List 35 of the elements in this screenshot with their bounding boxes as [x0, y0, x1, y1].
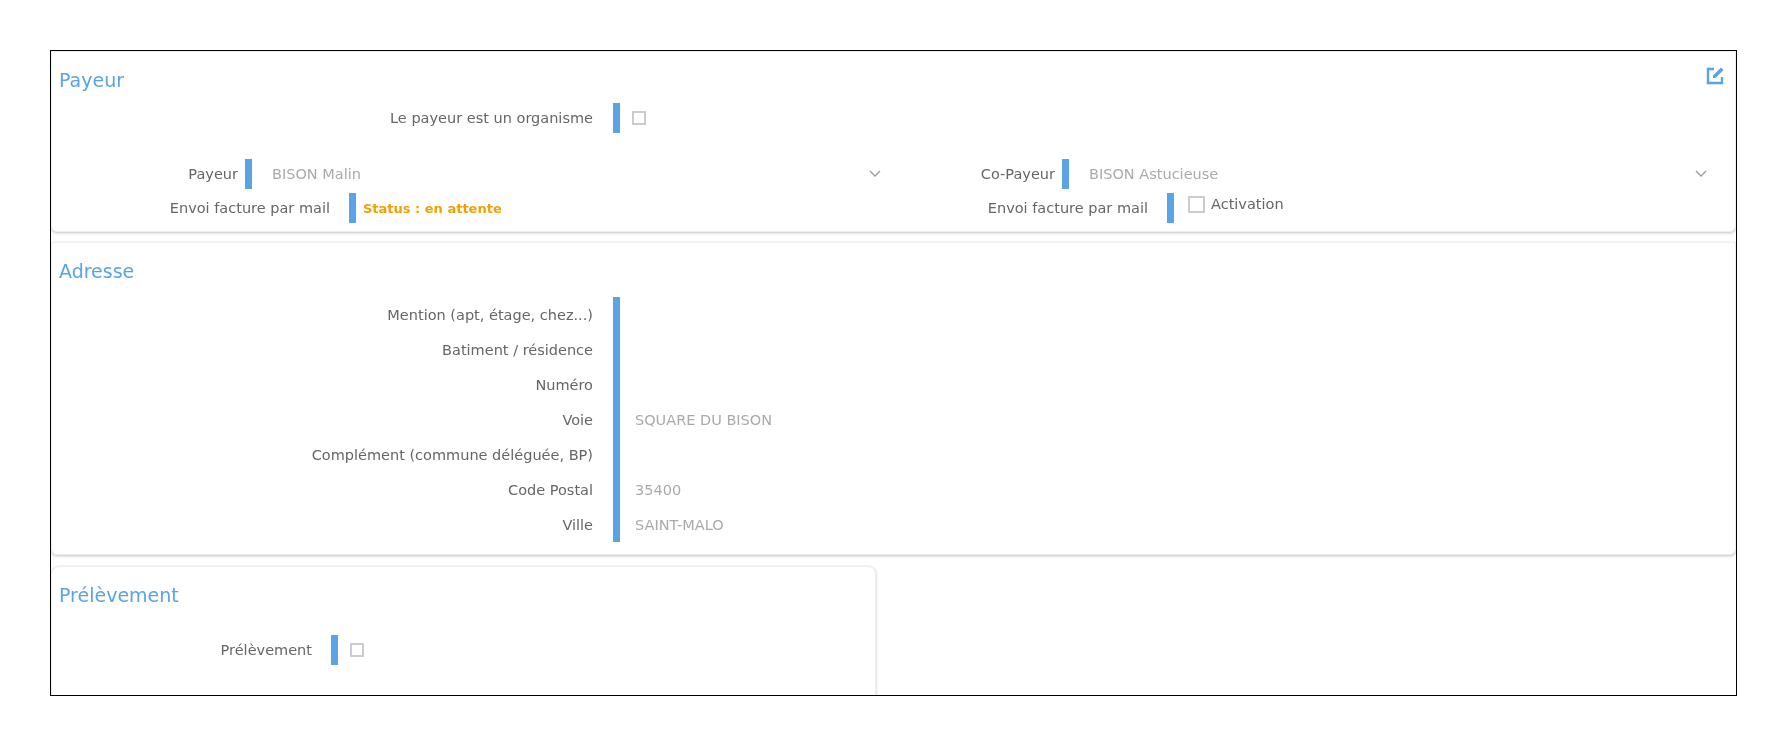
- checkbox[interactable]: [350, 643, 364, 657]
- chevron-icon: [869, 170, 881, 178]
- chevron-icon: [1695, 170, 1707, 178]
- field-label: Batiment / résidence: [441, 340, 593, 360]
- edit-icon[interactable]: [1705, 66, 1725, 86]
- field-label: Voie: [561, 410, 593, 430]
- field-label: Envoi facture par mail: [168, 200, 330, 216]
- field-label: Mention (apt, étage, chez...): [386, 305, 593, 325]
- field-marker: [349, 193, 356, 223]
- field-marker: [1062, 159, 1069, 189]
- co-payer-select[interactable]: BISON Astucieuse: [1069, 159, 1717, 189]
- field-label: Code Postal: [507, 480, 593, 500]
- field-marker: [331, 635, 338, 665]
- field-label: Payeur: [187, 166, 238, 182]
- section-title: Adresse: [59, 260, 135, 282]
- checkbox-label: Activation: [1211, 196, 1284, 212]
- field-label: Le payeur est un organisme: [389, 110, 593, 126]
- field-label: Co-Payeur: [979, 166, 1055, 182]
- field-label: Prélèvement: [219, 642, 312, 658]
- payer-select[interactable]: BISON Malin: [252, 159, 891, 189]
- field-marker: [613, 103, 620, 133]
- field-label: Complément (commune déléguée, BP): [310, 445, 593, 465]
- field-label: Ville: [561, 515, 593, 535]
- status-text: Status : en attente: [363, 200, 502, 216]
- checkbox[interactable]: [632, 111, 646, 125]
- field-label: Envoi facture par mail: [986, 200, 1148, 216]
- field-label: Numéro: [534, 375, 593, 395]
- checkbox[interactable]: [1188, 195, 1205, 213]
- section-title: Prélèvement: [59, 584, 179, 606]
- section-title: Payeur: [59, 69, 125, 91]
- field-value: 35400: [635, 481, 682, 498]
- field-value: SQUARE DU BISON: [635, 411, 773, 428]
- field-marker: [245, 159, 252, 189]
- field-value: SAINT-MALO: [635, 516, 724, 533]
- field-marker: [1167, 193, 1174, 223]
